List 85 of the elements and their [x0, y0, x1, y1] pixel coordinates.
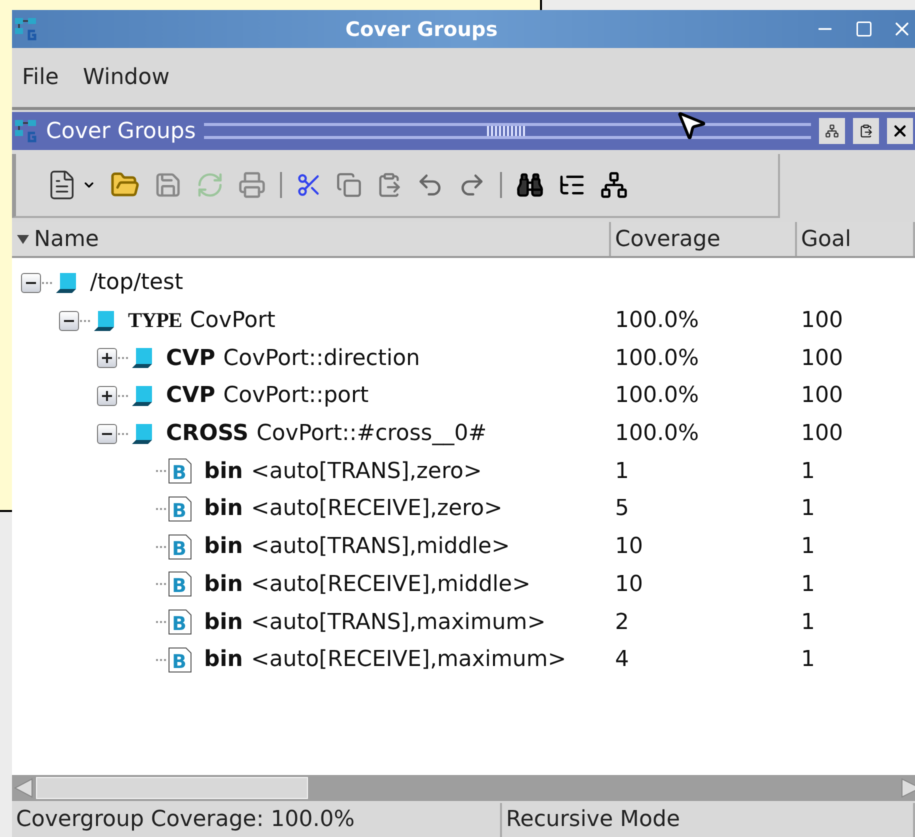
- printer-icon[interactable]: [238, 171, 266, 199]
- coverage-value: 100.0%: [615, 421, 699, 446]
- coverage-value: 2: [615, 610, 629, 635]
- scrollbar-thumb[interactable]: [36, 777, 308, 799]
- coverage-value: 10: [615, 572, 643, 597]
- coverage-value: 100.0%: [615, 346, 699, 371]
- scroll-right-icon[interactable]: [901, 776, 915, 800]
- goal-value: 100: [801, 346, 843, 371]
- scissors-icon[interactable]: [296, 172, 322, 198]
- goal-value: 100: [801, 308, 843, 334]
- status-bar-pane: Recursive Mode: [502, 803, 915, 837]
- drag-handle[interactable]: [204, 123, 811, 139]
- node-keyword: CROSS: [166, 420, 248, 448]
- node-keyword: TYPE: [128, 306, 182, 334]
- node-keyword: bin: [204, 608, 243, 637]
- node-name[interactable]: <auto[RECEIVE],maximum>: [250, 643, 566, 676]
- node-keyword: bin: [204, 533, 243, 562]
- menu-item[interactable]: Window: [82, 61, 170, 94]
- cube-icon: [54, 270, 78, 295]
- app-logo-icon: [14, 119, 38, 143]
- node-name[interactable]: <auto[RECEIVE],zero>: [250, 492, 502, 526]
- float-panel-button[interactable]: [819, 118, 845, 144]
- bin-document-icon: B: [168, 609, 192, 636]
- maximize-icon[interactable]: [855, 20, 873, 38]
- bin-document-icon: B: [168, 571, 192, 598]
- goal-value: 1: [801, 496, 815, 522]
- coverage-value: 1: [615, 458, 629, 484]
- node-keyword: bin: [204, 570, 243, 599]
- goal-value: 1: [801, 647, 815, 672]
- coverage-value: 100.0%: [615, 308, 699, 334]
- minus-icon: [26, 282, 36, 284]
- goal-value: 1: [801, 610, 815, 635]
- copy-icon[interactable]: [336, 172, 362, 198]
- cube-icon: [130, 422, 154, 446]
- node-name[interactable]: CovPort: [190, 304, 276, 338]
- plus-icon: [102, 390, 112, 401]
- menu-item[interactable]: File: [22, 61, 59, 94]
- collapse-toggle[interactable]: [21, 272, 41, 293]
- panel-title: Cover Groups: [46, 118, 196, 146]
- bin-document-icon: B: [168, 496, 192, 522]
- node-name[interactable]: CovPort::port: [223, 379, 369, 412]
- binoculars-icon[interactable]: [516, 171, 544, 199]
- horizontal-scrollbar[interactable]: [12, 775, 915, 801]
- node-name[interactable]: <auto[TRANS],middle>: [250, 530, 510, 564]
- node-keyword: CVP: [166, 382, 216, 410]
- sort-icon[interactable]: [16, 232, 30, 246]
- collapse-toggle[interactable]: [59, 310, 79, 331]
- goal-value: 100: [801, 383, 843, 408]
- cube-icon: [92, 308, 116, 333]
- coverage-value: 10: [615, 534, 643, 560]
- collapse-toggle[interactable]: [97, 424, 117, 444]
- minus-icon: [102, 432, 112, 435]
- node-keyword: bin: [204, 495, 243, 524]
- node-name[interactable]: <auto[RECEIVE],middle>: [250, 568, 530, 601]
- window-title: Cover Groups: [344, 16, 499, 43]
- node-keyword: bin: [204, 646, 243, 674]
- goal-value: 100: [801, 421, 843, 446]
- bin-document-icon: B: [168, 458, 192, 484]
- app-logo-icon: [14, 17, 38, 41]
- save-icon[interactable]: [154, 171, 182, 199]
- node-name[interactable]: /top/test: [90, 266, 184, 300]
- expand-toggle[interactable]: [97, 348, 117, 368]
- goal-value: 1: [801, 534, 815, 560]
- plus-icon: [102, 353, 112, 364]
- node-name[interactable]: <auto[TRANS],zero>: [250, 454, 482, 488]
- coverage-value: 4: [615, 647, 629, 672]
- goal-value: 1: [801, 458, 815, 484]
- expand-toggle[interactable]: [97, 386, 117, 406]
- node-name[interactable]: CovPort::#cross__0#: [256, 417, 487, 450]
- bin-document-icon: B: [168, 646, 192, 673]
- collapse-tree-icon[interactable]: [600, 171, 628, 199]
- node-keyword: bin: [204, 458, 243, 486]
- cube-icon: [130, 384, 154, 408]
- cube-icon: [130, 346, 154, 370]
- node-keyword: CVP: [166, 344, 216, 373]
- node-name[interactable]: CovPort::direction: [223, 342, 420, 375]
- coverage-value: 5: [615, 496, 629, 522]
- undock-button[interactable]: [853, 118, 879, 144]
- close-panel-button[interactable]: [887, 118, 913, 144]
- minus-icon: [64, 320, 74, 322]
- goal-value: 1: [801, 572, 815, 597]
- node-name[interactable]: <auto[TRANS],maximum>: [250, 606, 546, 639]
- status-bar-pane: Covergroup Coverage: 100.0%: [12, 803, 502, 837]
- coverage-value: 100.0%: [615, 383, 699, 408]
- bin-document-icon: B: [168, 534, 192, 560]
